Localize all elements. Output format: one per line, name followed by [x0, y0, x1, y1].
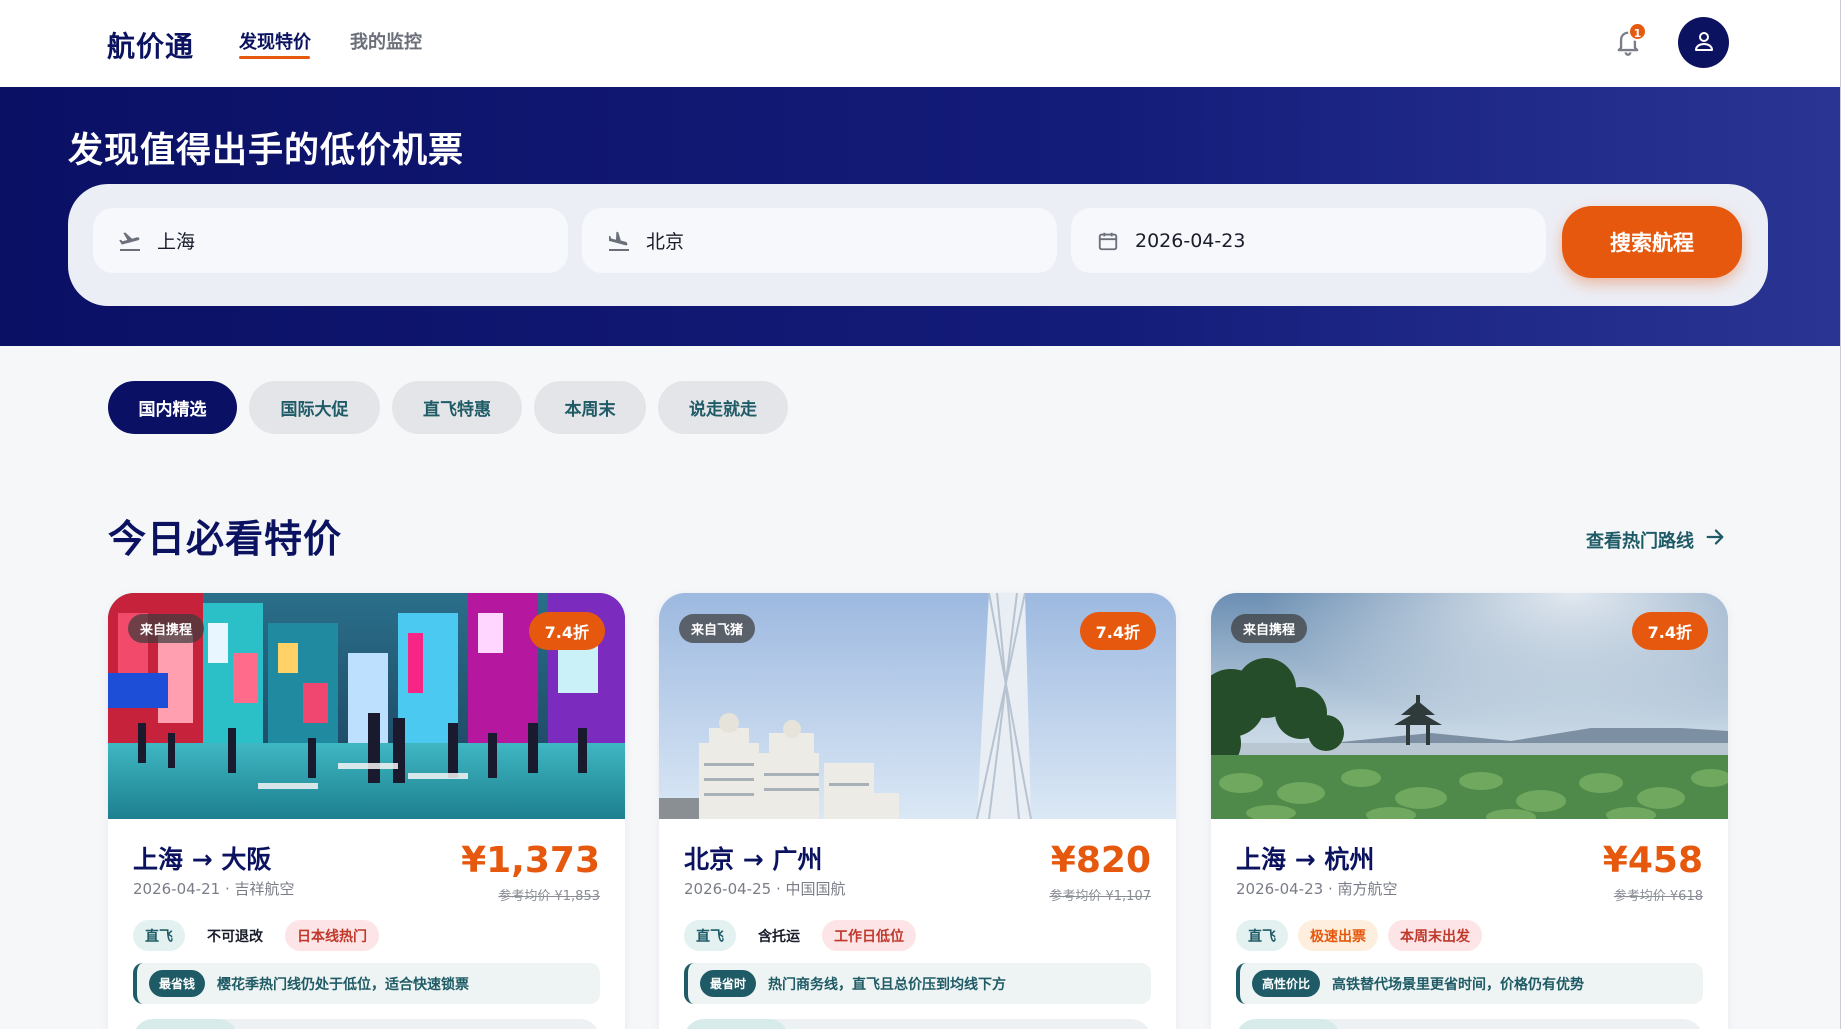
card-footer-bar	[1236, 1019, 1703, 1029]
route-title: 北京 → 广州	[684, 845, 823, 874]
insight-text: 樱花季热门线仍处于低位，适合快速锁票	[217, 976, 470, 993]
date-field[interactable]: 2026-04-23	[1071, 208, 1546, 273]
chip-this-weekend[interactable]: 本周末	[534, 381, 646, 434]
deal-price: ¥1,373	[461, 840, 600, 881]
plane-takeoff-icon	[117, 228, 143, 254]
insight-badge: 最省钱	[149, 970, 206, 997]
tag: 日本线热门	[285, 920, 379, 951]
arrival-field[interactable]: 北京	[582, 208, 1057, 273]
plane-landing-icon	[606, 228, 632, 254]
tag: 本周末出发	[1388, 920, 1482, 951]
deal-tags: 直飞 含托运 工作日低位	[684, 920, 916, 951]
reference-price: 参考均价 ¥618	[1613, 889, 1703, 904]
chip-spontaneous-trip[interactable]: 说走就走	[658, 381, 788, 434]
tag: 直飞	[133, 920, 185, 951]
route-title: 上海 → 杭州	[1236, 845, 1375, 874]
tag: 不可退改	[195, 920, 275, 951]
insight-text: 高铁替代场景里更省时间，价格仍有优势	[1332, 976, 1585, 993]
calendar-icon	[1095, 228, 1121, 254]
top-header: 航价通 发现特价 我的监控 1	[0, 0, 1840, 87]
see-popular-routes-link[interactable]: 查看热门路线	[1586, 526, 1726, 553]
flight-meta: 2026-04-25 · 中国国航	[684, 880, 846, 898]
nav-active-indicator	[239, 56, 310, 59]
tag: 工作日低位	[822, 920, 916, 951]
deal-tags: 直飞 不可退改 日本线热门	[133, 920, 379, 951]
destination-photo: 来自飞猪 7.4折	[659, 593, 1176, 819]
chip-international-sale[interactable]: 国际大促	[249, 381, 380, 434]
arrival-city: 北京	[646, 231, 685, 253]
flight-meta: 2026-04-21 · 吉祥航空	[133, 880, 295, 898]
user-avatar-button[interactable]	[1678, 17, 1729, 68]
flight-meta: 2026-04-23 · 南方航空	[1236, 880, 1398, 898]
chip-domestic-picks[interactable]: 国内精选	[108, 381, 237, 434]
notification-count-badge: 1	[1628, 22, 1647, 41]
section-title: 今日必看特价	[108, 517, 343, 561]
chip-direct-deals[interactable]: 直飞特惠	[392, 381, 522, 434]
travel-date: 2026-04-23	[1135, 229, 1246, 252]
reference-price: 参考均价 ¥1,107	[1049, 889, 1151, 904]
search-panel: 上海 北京 2026-04-23 搜索航程	[68, 184, 1768, 306]
hero-banner: 发现值得出手的低价机票 上海 北京 2026-04-23 搜索航程	[0, 87, 1840, 346]
deal-insight: 高性价比 高铁替代场景里更省时间，价格仍有优势	[1236, 963, 1703, 1004]
tag: 直飞	[684, 920, 736, 951]
nav-my-monitors[interactable]: 我的监控	[350, 28, 422, 54]
destination-photo: 来自携程 7.4折	[1211, 593, 1728, 819]
see-all-label: 查看热门路线	[1586, 530, 1694, 552]
tag: 含托运	[746, 920, 812, 951]
deal-card[interactable]: 来自飞猪 7.4折 北京 → 广州 2026-04-25 · 中国国航 ¥820…	[659, 593, 1176, 1029]
deal-card[interactable]: 来自携程 7.4折 上海 → 大阪 2026-04-21 · 吉祥航空 ¥1,3…	[108, 593, 625, 1029]
departure-field[interactable]: 上海	[93, 208, 568, 273]
deal-tags: 直飞 极速出票 本周末出发	[1236, 920, 1482, 951]
departure-city: 上海	[157, 231, 196, 253]
arrow-right-icon	[1704, 526, 1726, 553]
card-footer-bar	[684, 1019, 1151, 1029]
deal-price: ¥820	[1050, 840, 1151, 881]
discount-badge: 7.4折	[528, 612, 605, 650]
filter-chips: 国内精选 国际大促 直飞特惠 本周末 说走就走	[108, 381, 788, 434]
deal-insight: 最省钱 樱花季热门线仍处于低位，适合快速锁票	[133, 963, 600, 1004]
insight-text: 热门商务线，直飞且总价压到均线下方	[768, 976, 1007, 993]
insight-badge: 高性价比	[1252, 970, 1321, 997]
discount-badge: 7.4折	[1079, 612, 1156, 650]
source-badge: 来自携程	[1231, 614, 1308, 643]
nav-discover-deals[interactable]: 发现特价	[239, 28, 311, 54]
route-title: 上海 → 大阪	[133, 845, 272, 874]
tag: 极速出票	[1298, 920, 1378, 951]
hero-title: 发现值得出手的低价机票	[68, 131, 465, 171]
discount-badge: 7.4折	[1631, 612, 1708, 650]
deal-card[interactable]: 来自携程 7.4折 上海 → 杭州 2026-04-23 · 南方航空 ¥458…	[1211, 593, 1728, 1029]
deal-insight: 最省时 热门商务线，直飞且总价压到均线下方	[684, 963, 1151, 1004]
source-badge: 来自飞猪	[679, 614, 756, 643]
insight-badge: 最省时	[700, 970, 757, 997]
deal-price: ¥458	[1602, 840, 1703, 881]
destination-photo: 来自携程 7.4折	[108, 593, 625, 819]
app-logo[interactable]: 航价通	[107, 25, 194, 65]
page: 航价通 发现特价 我的监控 1 发现值得出手的低价机票 上海 北京 2026-0…	[0, 0, 1841, 1029]
tag: 直飞	[1236, 920, 1288, 951]
source-badge: 来自携程	[128, 614, 205, 643]
user-icon	[1692, 29, 1716, 57]
search-flights-button[interactable]: 搜索航程	[1562, 206, 1742, 278]
card-footer-bar	[133, 1019, 600, 1029]
reference-price: 参考均价 ¥1,853	[498, 889, 600, 904]
